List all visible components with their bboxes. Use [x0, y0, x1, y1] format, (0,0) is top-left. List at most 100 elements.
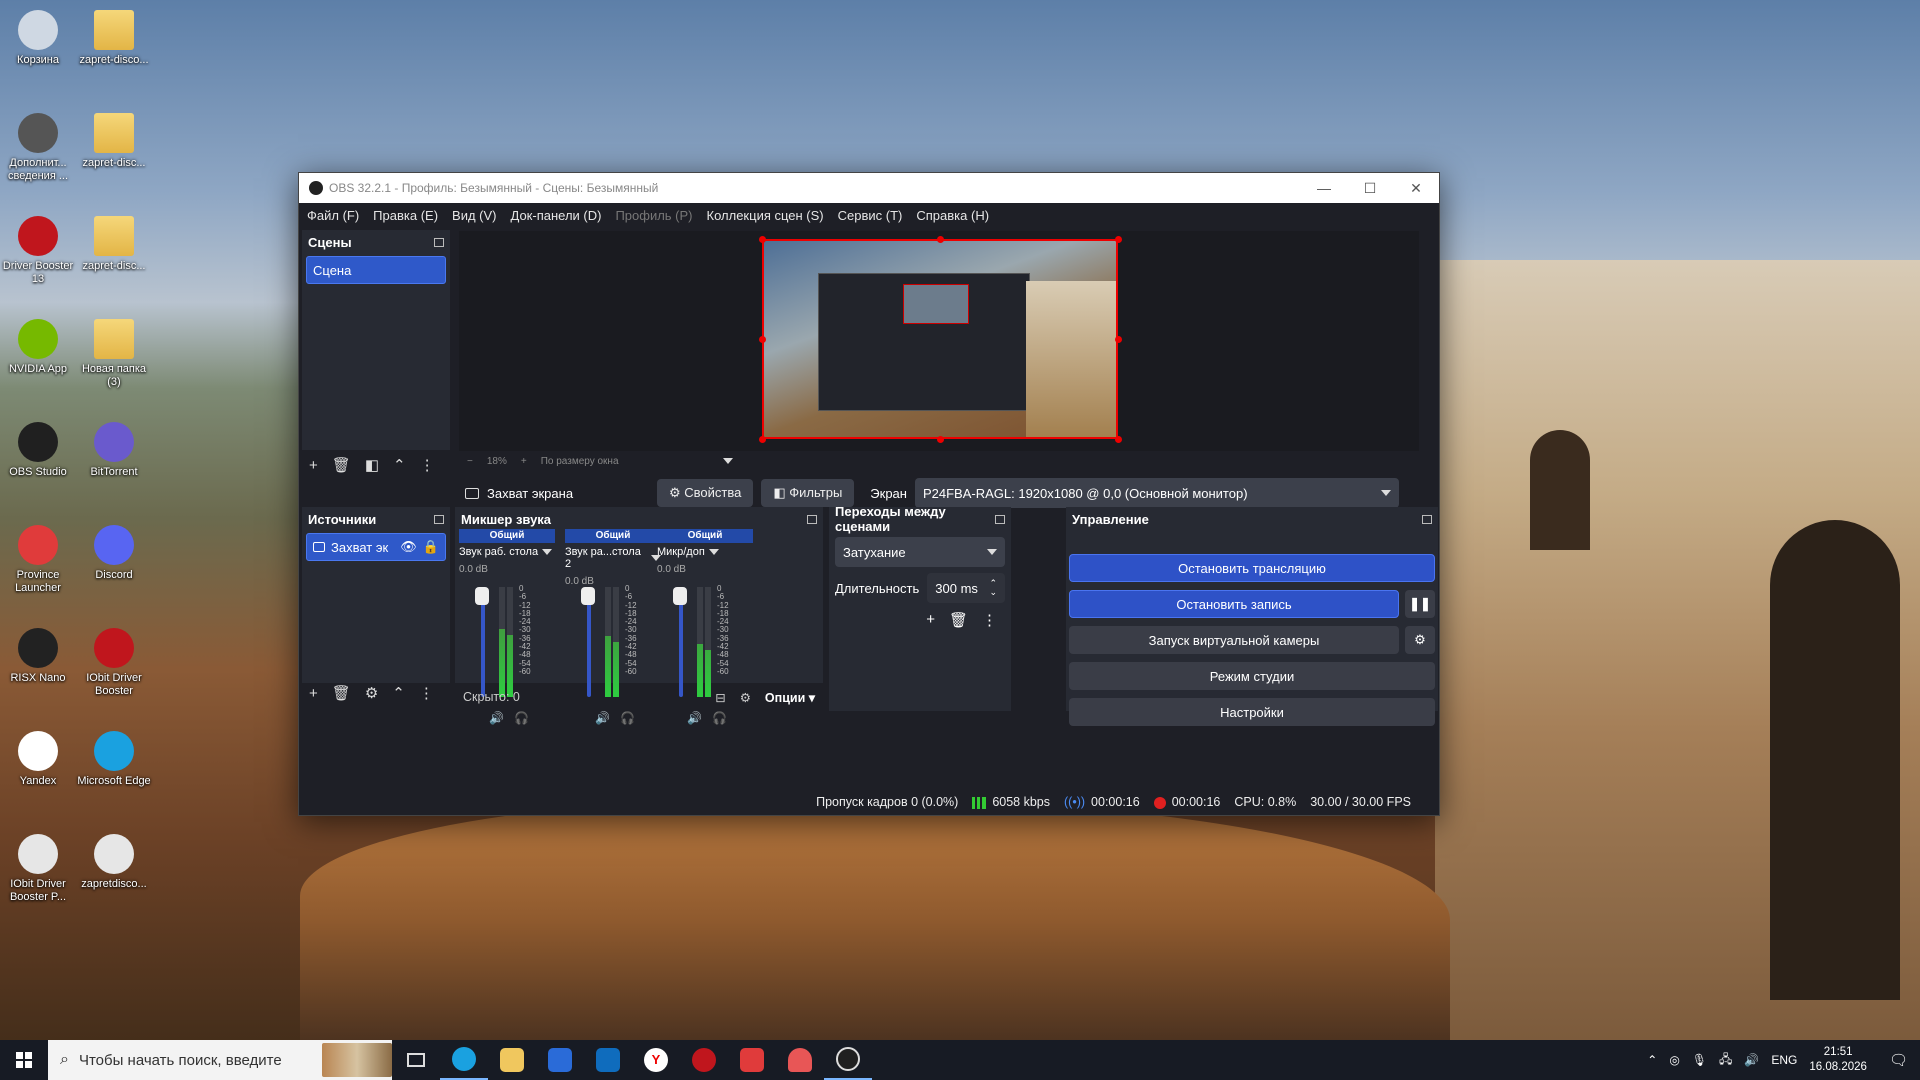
remove-scene-icon[interactable]: 🗑 — [332, 456, 351, 474]
source-item[interactable]: Захват эк 👁 🔒 — [306, 533, 446, 561]
resize-handle[interactable] — [759, 236, 766, 243]
volume-fader-knob[interactable] — [475, 587, 489, 605]
resize-handle[interactable] — [1115, 436, 1122, 443]
add-transition-icon[interactable]: + — [926, 611, 935, 629]
taskbar-explorer[interactable] — [488, 1040, 536, 1080]
desktop-icon[interactable]: NVIDIA App — [0, 319, 76, 376]
desktop-icon[interactable]: zapret-disco... — [76, 10, 152, 67]
desktop-icon[interactable]: Discord — [76, 525, 152, 582]
start-button[interactable] — [0, 1040, 48, 1080]
speaker-icon[interactable]: 🔊 — [595, 711, 610, 725]
desktop-icon[interactable]: Yandex — [0, 731, 76, 788]
desktop-icon[interactable]: zapretdisco... — [76, 834, 152, 891]
remove-source-icon[interactable]: 🗑 — [332, 684, 351, 702]
volume-fader-knob[interactable] — [673, 587, 687, 605]
speaker-icon[interactable]: 🔊 — [489, 711, 504, 725]
menu-scene-collection[interactable]: Коллекция сцен (S) — [707, 208, 824, 223]
advanced-audio-icon[interactable]: ⚙ — [740, 690, 751, 705]
menu-file[interactable]: Файл (F) — [307, 208, 359, 223]
undock-icon[interactable] — [995, 514, 1005, 524]
zoom-out-icon[interactable]: − — [467, 456, 473, 467]
taskbar-store[interactable] — [536, 1040, 584, 1080]
more-icon[interactable]: ⋮ — [982, 611, 997, 629]
close-button[interactable]: ✕ — [1393, 173, 1439, 203]
properties-button[interactable]: ⚙ Свойства — [657, 479, 754, 507]
resize-handle[interactable] — [759, 436, 766, 443]
taskbar-yandex[interactable]: Y — [632, 1040, 680, 1080]
channel-name[interactable]: Микр/доп — [657, 546, 753, 558]
menu-tools[interactable]: Сервис (T) — [838, 208, 903, 223]
notifications-icon[interactable]: 🗨 — [1889, 1051, 1908, 1069]
add-source-icon[interactable]: + — [309, 685, 318, 702]
scene-filters-icon[interactable]: ◧ — [365, 456, 379, 474]
undock-icon[interactable] — [1422, 514, 1432, 524]
desktop-icon[interactable]: IObit Driver Booster P... — [0, 834, 76, 903]
taskbar-outlook[interactable] — [584, 1040, 632, 1080]
network-icon[interactable]: 🖧 — [1719, 1050, 1732, 1071]
resize-handle[interactable] — [937, 236, 944, 243]
menu-view[interactable]: Вид (V) — [452, 208, 496, 223]
desktop-icon[interactable]: Новая папка (3) — [76, 319, 152, 388]
resize-handle[interactable] — [1115, 236, 1122, 243]
lock-icon[interactable]: 🔒 — [423, 539, 445, 555]
desktop-icon[interactable]: zapret-disc... — [76, 113, 152, 170]
studio-mode-button[interactable]: Режим студии — [1069, 662, 1435, 690]
microphone-icon[interactable]: 🎙 — [1692, 1053, 1707, 1067]
stop-record-button[interactable]: Остановить запись — [1069, 590, 1399, 618]
duration-spinbox[interactable]: 300 ms ⌃ ⌄ — [927, 573, 1005, 603]
source-settings-icon[interactable]: ⚙ — [365, 684, 378, 702]
channel-name[interactable]: Звук раб. стола — [459, 546, 555, 558]
desktop-icon[interactable]: RISX Nano — [0, 628, 76, 685]
volume-icon[interactable]: 🔊 — [1744, 1053, 1759, 1067]
more-icon[interactable]: ⋮ — [419, 684, 434, 702]
remove-transition-icon[interactable]: 🗑 — [949, 611, 968, 629]
preview-canvas[interactable] — [762, 239, 1118, 439]
options-button[interactable]: Опции ▾ — [765, 690, 815, 705]
spin-arrows-icon[interactable]: ⌃ ⌄ — [989, 579, 997, 597]
desktop-icon[interactable]: Дополнит... сведения ... — [0, 113, 76, 182]
zoom-dropdown-icon[interactable] — [722, 458, 733, 464]
settings-button[interactable]: Настройки — [1069, 698, 1435, 726]
desktop-icon[interactable]: Microsoft Edge — [76, 731, 152, 788]
channel-name[interactable]: Звук ра...стола 2 — [565, 546, 661, 570]
zoom-fit-select[interactable]: По размеру окна — [541, 456, 619, 467]
maximize-button[interactable]: ☐ — [1347, 173, 1393, 203]
filters-button[interactable]: ◧ Фильтры — [761, 479, 855, 507]
desktop-icon[interactable]: Province Launcher — [0, 525, 76, 594]
webcam-icon[interactable]: ◎ — [1669, 1053, 1679, 1067]
monitor-headphones-icon[interactable]: 🎧 — [712, 711, 727, 725]
desktop-icon[interactable]: Driver Booster 13 — [0, 216, 76, 285]
resize-handle[interactable] — [937, 436, 944, 443]
speaker-icon[interactable]: 🔊 — [687, 711, 702, 725]
menu-edit[interactable]: Правка (E) — [373, 208, 438, 223]
desktop-icon[interactable]: BitTorrent — [76, 422, 152, 479]
resize-handle[interactable] — [1115, 336, 1122, 343]
layout-icon[interactable]: ⊟ — [715, 690, 725, 705]
pause-record-button[interactable]: ❚❚ — [1405, 590, 1435, 618]
more-icon[interactable]: ⋮ — [420, 456, 435, 474]
taskbar-obs[interactable] — [824, 1040, 872, 1080]
add-scene-icon[interactable]: + — [309, 457, 318, 474]
menu-help[interactable]: Справка (H) — [916, 208, 989, 223]
virtual-camera-settings-button[interactable]: ⚙ — [1405, 626, 1435, 654]
chevron-up-icon[interactable]: ⌃ — [1647, 1053, 1657, 1067]
transition-select[interactable]: Затухание — [835, 537, 1005, 567]
scene-item[interactable]: Сцена — [306, 256, 446, 284]
undock-icon[interactable] — [807, 514, 817, 524]
visibility-eye-icon[interactable]: 👁 — [400, 539, 417, 555]
taskbar-launcher[interactable] — [728, 1040, 776, 1080]
volume-fader-knob[interactable] — [581, 587, 595, 605]
task-view-button[interactable] — [392, 1040, 440, 1080]
resize-handle[interactable] — [759, 336, 766, 343]
monitor-headphones-icon[interactable]: 🎧 — [514, 711, 529, 725]
language-indicator[interactable]: ENG — [1771, 1053, 1797, 1067]
menu-profile[interactable]: Профиль (P) — [615, 208, 692, 223]
zoom-in-icon[interactable]: + — [521, 456, 527, 467]
menu-docks[interactable]: Док-панели (D) — [511, 208, 602, 223]
taskbar-search[interactable]: ⌕ Чтобы начать поиск, введите — [48, 1040, 392, 1080]
minimize-button[interactable]: — — [1301, 173, 1347, 203]
taskbar-launcher-2[interactable] — [776, 1040, 824, 1080]
desktop-icon[interactable]: zapret-disc... — [76, 216, 152, 273]
desktop-icon[interactable]: OBS Studio — [0, 422, 76, 479]
clock[interactable]: 21:51 16.08.2026 — [1809, 1045, 1867, 1075]
